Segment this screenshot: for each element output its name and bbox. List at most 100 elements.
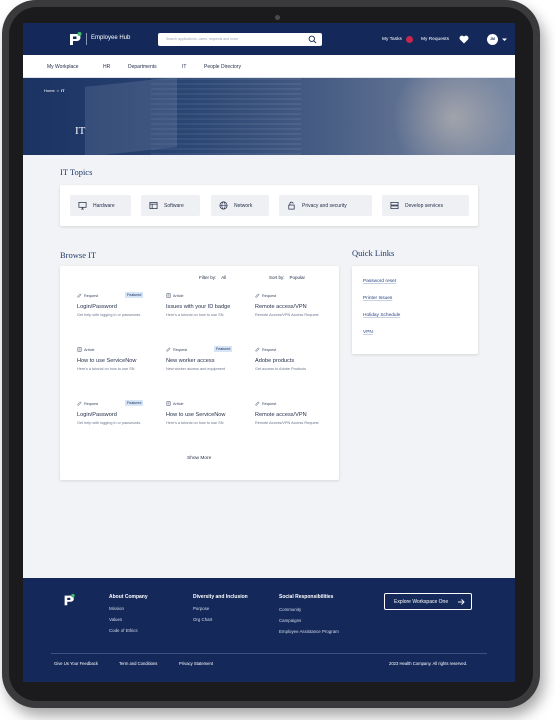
card-description: Here's a tutorial on how to use SN bbox=[166, 313, 224, 317]
browse-card[interactable]: Article Issues with your ID badge Here's… bbox=[166, 293, 246, 335]
card-description: Here's a tutorial on how to use SN bbox=[166, 421, 224, 425]
filter-label: Filter by: bbox=[199, 275, 217, 280]
article-icon bbox=[166, 401, 171, 406]
edit-icon bbox=[166, 347, 171, 352]
footer-link-purpose[interactable]: Purpose bbox=[193, 606, 209, 611]
quick-link-holiday-schedule[interactable]: Holiday Schedule bbox=[363, 313, 400, 318]
breadcrumb: Home > IT bbox=[44, 88, 65, 93]
footer-diversity-heading: Diversity and Inclusion bbox=[193, 594, 248, 600]
featured-badge: Featured bbox=[125, 400, 144, 406]
topic-label: Network bbox=[234, 203, 253, 209]
footer-terms-link[interactable]: Term and Conditions bbox=[119, 661, 157, 666]
topic-privacy-and-security[interactable]: Privacy and security bbox=[279, 195, 372, 216]
nav-item-people-directory[interactable]: People Directory bbox=[204, 64, 241, 70]
card-description: Get access to Adobe Products bbox=[255, 367, 307, 371]
edit-icon bbox=[255, 293, 260, 298]
breadcrumb-home[interactable]: Home bbox=[44, 88, 55, 93]
card-title: New worker access bbox=[166, 358, 215, 364]
footer-link-employee-assistance[interactable]: Employee Assistance Program bbox=[279, 629, 339, 634]
footer-link-org-chart[interactable]: Org Chart bbox=[193, 617, 212, 622]
search-input[interactable]: Search applications, users, requests and… bbox=[158, 33, 322, 46]
footer-link-values[interactable]: Values bbox=[109, 617, 122, 622]
quick-link-vpn[interactable]: VPN bbox=[363, 330, 373, 335]
footer: About Company Mission Values Code of Eth… bbox=[23, 578, 515, 682]
topic-label: Software bbox=[164, 203, 184, 209]
top-navigation-bar: Employee Hub Search applications, users,… bbox=[23, 23, 515, 55]
topic-develop-services[interactable]: Develop services bbox=[382, 195, 469, 216]
card-title: How to use ServiceNow bbox=[166, 412, 226, 418]
footer-link-mission[interactable]: Mission bbox=[109, 606, 124, 611]
my-tasks-link[interactable]: My Tasks bbox=[382, 37, 402, 42]
footer-link-campaigns[interactable]: Campaigns bbox=[279, 618, 301, 623]
nav-item-departments[interactable]: Departments bbox=[128, 64, 157, 70]
card-description: Remote Access/VPN Access Request bbox=[255, 421, 319, 425]
card-description: Get help with logging in or passwords. bbox=[77, 313, 142, 317]
browse-card[interactable]: Request Featured New worker access New w… bbox=[166, 346, 246, 389]
quick-link-printer-issues[interactable]: Printer Issues bbox=[363, 296, 392, 301]
arrow-right-icon bbox=[458, 599, 465, 605]
browse-card[interactable]: Article How to use ServiceNow Here's a t… bbox=[77, 347, 157, 389]
browse-card[interactable]: Request Adobe products Get access to Ado… bbox=[255, 347, 335, 389]
nav-item-hr[interactable]: HR bbox=[103, 64, 110, 70]
footer-logo-icon[interactable] bbox=[62, 593, 76, 607]
topic-software[interactable]: Software bbox=[141, 195, 200, 216]
search-icon[interactable] bbox=[308, 35, 317, 44]
my-requests-link[interactable]: My Requests bbox=[421, 37, 449, 42]
globe-icon bbox=[219, 201, 228, 210]
footer-link-code-of-ethics[interactable]: Code of Ethics bbox=[109, 628, 138, 633]
card-type: Request bbox=[262, 348, 277, 352]
show-more-button[interactable]: Show More bbox=[187, 456, 211, 461]
topic-network[interactable]: Network bbox=[211, 195, 269, 216]
explore-workspace-label: Explore Workspace One bbox=[394, 599, 449, 605]
sort-dropdown[interactable]: Sort by: Popular bbox=[269, 275, 305, 280]
browse-it-heading: Browse IT bbox=[60, 250, 97, 260]
sort-value: Popular bbox=[289, 275, 306, 280]
explore-workspace-button[interactable]: Explore Workspace One bbox=[384, 593, 472, 610]
card-type-badge: Request bbox=[255, 401, 276, 406]
nav-item-my-workplace[interactable]: My Workplace bbox=[47, 64, 79, 70]
footer-link-community[interactable]: Community bbox=[279, 607, 301, 612]
topic-label: Privacy and security bbox=[302, 203, 347, 209]
browse-card[interactable]: Article How to use ServiceNow Here's a t… bbox=[166, 401, 246, 443]
browse-card[interactable]: Request Remote access/VPN Remote Access/… bbox=[255, 401, 335, 443]
card-title: Issues with your ID badge bbox=[166, 304, 231, 310]
camera-dot bbox=[275, 15, 280, 20]
app-title: Employee Hub bbox=[91, 35, 131, 41]
edit-icon bbox=[77, 401, 82, 406]
card-title: Login/Password bbox=[77, 304, 117, 310]
chevron-down-icon[interactable] bbox=[501, 36, 508, 43]
filter-value: All bbox=[221, 275, 227, 280]
card-type: Article bbox=[173, 294, 184, 298]
sort-label: Sort by: bbox=[269, 275, 285, 280]
topic-label: Develop services bbox=[405, 203, 444, 209]
company-logo-icon[interactable] bbox=[67, 31, 83, 47]
footer-privacy-link[interactable]: Privacy Statement bbox=[179, 661, 213, 666]
card-title: Adobe products bbox=[255, 358, 295, 364]
card-title: Login/Password bbox=[77, 412, 117, 418]
hero-banner: Home > IT IT bbox=[23, 78, 515, 155]
card-type-badge: Request bbox=[255, 293, 276, 298]
card-type-badge: Request bbox=[255, 347, 276, 352]
browse-card[interactable]: Request Remote access/VPN Remote Access/… bbox=[255, 293, 335, 335]
browse-card[interactable]: Request Featured Login/Password Get help… bbox=[77, 292, 157, 335]
nav-item-it[interactable]: IT bbox=[182, 64, 186, 70]
window-icon bbox=[149, 201, 158, 210]
user-avatar[interactable]: JM bbox=[487, 34, 498, 45]
monitor-icon bbox=[78, 201, 87, 210]
card-type-badge: Request bbox=[166, 347, 187, 352]
favorites-heart-icon[interactable] bbox=[459, 35, 469, 44]
footer-divider bbox=[51, 653, 487, 654]
search-placeholder: Search applications, users, requests and… bbox=[166, 37, 239, 41]
footer-feedback-link[interactable]: Give Us Your Feedback bbox=[54, 661, 98, 666]
server-icon bbox=[390, 201, 399, 210]
edit-icon bbox=[77, 293, 82, 298]
filter-dropdown[interactable]: Filter by: All bbox=[199, 275, 226, 280]
quick-link-password-reset[interactable]: Password reset bbox=[363, 279, 396, 284]
page-title: IT bbox=[75, 125, 86, 137]
card-type: Request bbox=[262, 294, 277, 298]
secondary-navigation: My Workplace HR Departments IT People Di… bbox=[23, 55, 515, 78]
browse-it-panel: Filter by: All Sort by: Popular Request Fe… bbox=[60, 266, 339, 480]
browse-card[interactable]: Request Featured Login/Password Get help… bbox=[77, 400, 157, 443]
logo-divider bbox=[86, 33, 87, 45]
topic-hardware[interactable]: Hardware bbox=[70, 195, 131, 216]
